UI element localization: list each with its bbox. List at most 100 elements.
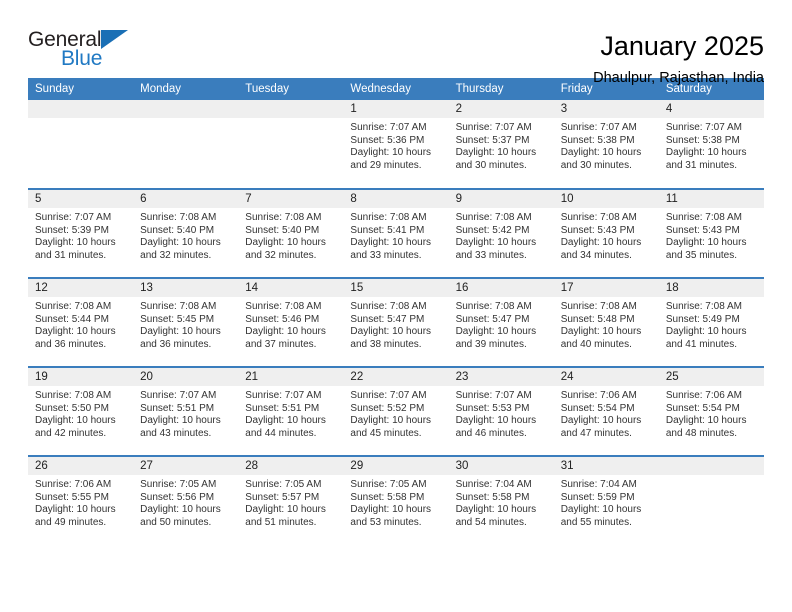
day-info-daylight2: and 51 minutes.	[245, 516, 317, 528]
day-info-daylight2: and 47 minutes.	[560, 427, 632, 439]
day-info-daylight1: Daylight: 10 hours	[350, 415, 432, 427]
calendar-day-cell[interactable]: 30 Sunrise: 7:04 AM Sunset: 5:58 PM Dayligh…	[448, 455, 554, 545]
day-number: 12	[28, 279, 134, 297]
day-info: Sunrise: 7:08 AM Sunset: 5:40 PM Daylight:…	[133, 208, 238, 262]
day-info-sunset: Sunset: 5:55 PM	[35, 491, 109, 503]
day-info-sunrise: Sunrise: 7:07 AM	[245, 390, 322, 401]
day-number: 10	[553, 190, 659, 208]
calendar-day-cell[interactable]: 15 Sunrise: 7:08 AM Sunset: 5:47 PM Dayligh…	[343, 277, 449, 367]
day-info-sunset: Sunset: 5:53 PM	[455, 402, 530, 414]
day-info: Sunrise: 7:04 AM Sunset: 5:59 PM Daylight:…	[554, 475, 659, 529]
day-info-sunrise: Sunrise: 7:04 AM	[455, 479, 532, 490]
calendar-day-cell[interactable]: 16 Sunrise: 7:08 AM Sunset: 5:47 PM Dayligh…	[448, 277, 554, 367]
calendar-day-cell[interactable]: 26 Sunrise: 7:06 AM Sunset: 5:55 PM Dayligh…	[28, 455, 134, 545]
day-info-sunrise: Sunrise: 7:05 AM	[140, 479, 217, 490]
day-info-sunset: Sunset: 5:38 PM	[560, 134, 635, 146]
day-number: 23	[448, 368, 554, 386]
calendar-day-cell[interactable]: 18 Sunrise: 7:08 AM Sunset: 5:49 PM Dayligh…	[658, 277, 764, 367]
day-number: 21	[238, 368, 344, 386]
calendar-day-cell[interactable]: 13 Sunrise: 7:08 AM Sunset: 5:45 PM Dayligh…	[133, 277, 239, 367]
calendar-day-cell[interactable]: 6 Sunrise: 7:08 AM Sunset: 5:40 PM Daylight…	[133, 188, 239, 278]
day-info-daylight2: and 35 minutes.	[665, 249, 738, 261]
day-info-daylight1: Daylight: 10 hours	[350, 237, 432, 249]
calendar-day-cell[interactable]: 7 Sunrise: 7:08 AM Sunset: 5:40 PM Daylight…	[238, 188, 344, 278]
day-info-daylight1: Daylight: 10 hours	[35, 415, 116, 427]
calendar-day-cell[interactable]: 31 Sunrise: 7:04 AM Sunset: 5:59 PM Dayligh…	[553, 455, 659, 545]
calendar-day-cell[interactable]: 11 Sunrise: 7:08 AM Sunset: 5:43 PM Dayligh…	[658, 188, 764, 278]
day-info-daylight2: and 32 minutes.	[245, 249, 317, 261]
day-info-sunrise: Sunrise: 7:06 AM	[35, 479, 112, 490]
day-info: Sunrise: 7:07 AM Sunset: 5:53 PM Daylight:…	[449, 386, 554, 440]
day-info-sunset: Sunset: 5:39 PM	[35, 224, 109, 236]
day-info-daylight1: Daylight: 10 hours	[350, 147, 432, 159]
weekday-header-sunday: Sunday	[28, 78, 134, 100]
day-info-daylight2: and 36 minutes.	[140, 338, 212, 350]
day-number: 17	[553, 279, 659, 297]
day-info-sunset: Sunset: 5:37 PM	[455, 134, 530, 146]
calendar-day-cell[interactable]: 8 Sunrise: 7:08 AM Sunset: 5:41 PM Daylight…	[343, 188, 449, 278]
calendar-day-cell[interactable]: 27 Sunrise: 7:05 AM Sunset: 5:56 PM Dayligh…	[133, 455, 239, 545]
day-number: 2	[448, 100, 554, 118]
day-info-sunrise: Sunrise: 7:07 AM	[35, 212, 112, 223]
calendar-day-cell[interactable]: 14 Sunrise: 7:08 AM Sunset: 5:46 PM Dayligh…	[238, 277, 344, 367]
day-info-daylight2: and 43 minutes.	[140, 427, 212, 439]
day-info-daylight2: and 30 minutes.	[455, 159, 527, 171]
day-info: Sunrise: 7:07 AM Sunset: 5:51 PM Daylight:…	[133, 386, 238, 440]
calendar-page: General Blue January 2025 Dhaulpur, Raja…	[0, 0, 792, 612]
day-number: 27	[133, 457, 239, 475]
day-number: 3	[553, 100, 659, 118]
brand-logo[interactable]: General Blue	[28, 28, 148, 74]
day-info-daylight2: and 30 minutes.	[560, 159, 632, 171]
day-info-daylight1: Daylight: 10 hours	[560, 504, 642, 516]
day-number: 24	[553, 368, 659, 386]
day-info: Sunrise: 7:08 AM Sunset: 5:41 PM Daylight:…	[343, 208, 448, 262]
day-number: 6	[133, 190, 239, 208]
day-info-sunset: Sunset: 5:47 PM	[350, 313, 425, 325]
day-number: 29	[343, 457, 449, 475]
calendar-week-row: 19 Sunrise: 7:08 AM Sunset: 5:50 PM Dayligh…	[28, 366, 764, 456]
calendar-day-cell[interactable]: 3 Sunrise: 7:07 AM Sunset: 5:38 PM Daylight…	[553, 100, 659, 189]
day-info-sunset: Sunset: 5:36 PM	[350, 134, 425, 146]
calendar-day-cell[interactable]: 9 Sunrise: 7:08 AM Sunset: 5:42 PM Daylight…	[448, 188, 554, 278]
calendar-day-cell[interactable]: 1 Sunrise: 7:07 AM Sunset: 5:36 PM Daylight…	[343, 100, 449, 189]
day-info-sunrise: Sunrise: 7:07 AM	[560, 122, 637, 133]
calendar-day-cell[interactable]: 28 Sunrise: 7:05 AM Sunset: 5:57 PM Dayligh…	[238, 455, 344, 545]
day-info: Sunrise: 7:06 AM Sunset: 5:54 PM Daylight:…	[659, 386, 764, 440]
day-info-daylight2: and 45 minutes.	[350, 427, 422, 439]
calendar-day-cell[interactable]: 17 Sunrise: 7:08 AM Sunset: 5:48 PM Dayligh…	[553, 277, 659, 367]
day-info-sunrise: Sunrise: 7:08 AM	[665, 301, 742, 312]
calendar-day-cell[interactable]: 19 Sunrise: 7:08 AM Sunset: 5:50 PM Dayligh…	[28, 366, 134, 456]
calendar-day-cell[interactable]: 2 Sunrise: 7:07 AM Sunset: 5:37 PM Daylight…	[448, 100, 554, 189]
day-info-sunset: Sunset: 5:56 PM	[140, 491, 215, 503]
day-info-daylight2: and 53 minutes.	[350, 516, 422, 528]
day-info-daylight1: Daylight: 10 hours	[455, 326, 537, 338]
calendar-day-cell[interactable]: 29 Sunrise: 7:05 AM Sunset: 5:58 PM Dayligh…	[343, 455, 449, 545]
day-info-daylight1: Daylight: 10 hours	[35, 326, 116, 338]
day-number: 8	[343, 190, 449, 208]
calendar-day-cell[interactable]: 21 Sunrise: 7:07 AM Sunset: 5:51 PM Dayligh…	[238, 366, 344, 456]
day-info-sunset: Sunset: 5:51 PM	[140, 402, 215, 414]
day-info: Sunrise: 7:06 AM Sunset: 5:54 PM Daylight:…	[554, 386, 659, 440]
day-number: 18	[658, 279, 764, 297]
day-info-daylight1: Daylight: 10 hours	[455, 147, 537, 159]
day-info-sunset: Sunset: 5:51 PM	[245, 402, 320, 414]
calendar-day-cell[interactable]: 25 Sunrise: 7:06 AM Sunset: 5:54 PM Dayligh…	[658, 366, 764, 456]
calendar-day-cell[interactable]: 24 Sunrise: 7:06 AM Sunset: 5:54 PM Dayligh…	[553, 366, 659, 456]
calendar-day-cell[interactable]: 10 Sunrise: 7:08 AM Sunset: 5:43 PM Dayligh…	[553, 188, 659, 278]
day-info-daylight2: and 48 minutes.	[665, 427, 738, 439]
page-title: January 2025	[600, 31, 764, 61]
day-info-sunset: Sunset: 5:41 PM	[350, 224, 425, 236]
day-info-daylight2: and 44 minutes.	[245, 427, 317, 439]
day-info-sunrise: Sunrise: 7:08 AM	[35, 390, 112, 401]
day-number	[658, 457, 764, 475]
calendar-day-cell[interactable]: 22 Sunrise: 7:07 AM Sunset: 5:52 PM Dayligh…	[343, 366, 449, 456]
day-info-daylight1: Daylight: 10 hours	[665, 415, 747, 427]
day-info-daylight1: Daylight: 10 hours	[665, 237, 747, 249]
day-number: 14	[238, 279, 344, 297]
calendar-day-cell[interactable]: 5 Sunrise: 7:07 AM Sunset: 5:39 PM Daylight…	[28, 188, 134, 278]
calendar-day-cell[interactable]: 12 Sunrise: 7:08 AM Sunset: 5:44 PM Dayligh…	[28, 277, 134, 367]
calendar-day-cell[interactable]: 23 Sunrise: 7:07 AM Sunset: 5:53 PM Dayligh…	[448, 366, 554, 456]
calendar-day-cell[interactable]: 4 Sunrise: 7:07 AM Sunset: 5:38 PM Daylight…	[658, 100, 764, 189]
day-info-daylight1: Daylight: 10 hours	[560, 326, 642, 338]
calendar-day-cell[interactable]: 20 Sunrise: 7:07 AM Sunset: 5:51 PM Dayligh…	[133, 366, 239, 456]
